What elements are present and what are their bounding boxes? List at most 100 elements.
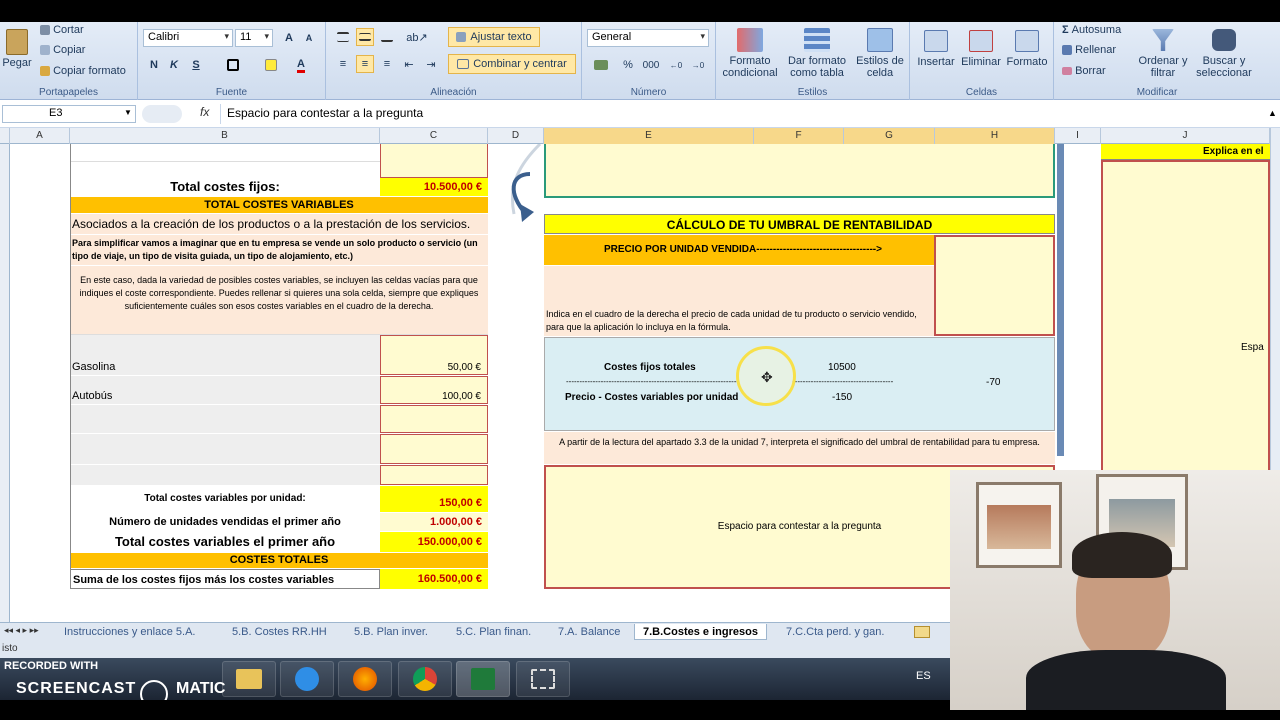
font-size-combo[interactable]: 11 xyxy=(235,29,273,47)
merge-center-button[interactable]: Combinar y centrar xyxy=(448,54,576,74)
col-header-h[interactable]: H xyxy=(935,128,1055,144)
folder-taskbar-button[interactable] xyxy=(222,661,276,697)
tab-cta-perd[interactable]: 7.C.Cta perd. y gan. xyxy=(778,624,892,640)
tab-plan-finan[interactable]: 5.C. Plan finan. xyxy=(448,624,539,640)
increase-decimal-button[interactable]: ←0 xyxy=(666,56,686,74)
variable-value-empty[interactable] xyxy=(380,465,488,485)
format-painter-button[interactable]: Copiar formato xyxy=(40,65,126,77)
fill-color-button[interactable] xyxy=(262,56,280,74)
variable-item-name[interactable]: Autobús xyxy=(70,376,380,404)
name-box-dropdown-icon[interactable]: ▼ xyxy=(124,108,132,117)
bold-button[interactable]: N xyxy=(146,56,162,74)
variable-item-name[interactable]: Gasolina xyxy=(70,335,380,375)
units-value[interactable]: 1.000,00 € xyxy=(380,513,488,531)
thousands-button[interactable]: 000 xyxy=(640,56,662,74)
grow-font-button[interactable]: A xyxy=(280,29,298,47)
percent-button[interactable]: % xyxy=(620,56,636,74)
snipping-taskbar-button[interactable] xyxy=(516,661,570,697)
conditional-format-button[interactable]: Formato condicional xyxy=(718,24,782,82)
cell-styles-button[interactable]: Estilos de celda xyxy=(852,24,908,82)
col-header-i[interactable]: I xyxy=(1055,128,1101,144)
title-bar xyxy=(0,0,1280,22)
shrink-font-button[interactable]: A xyxy=(300,29,318,47)
fx-button[interactable]: fx xyxy=(200,105,209,119)
tab-costes-rrhh[interactable]: 5.B. Costes RR.HH xyxy=(224,624,335,640)
italic-button[interactable]: K xyxy=(166,56,182,74)
wrap-text-button[interactable]: Ajustar texto xyxy=(448,27,540,47)
align-right-button[interactable]: ≡ xyxy=(378,55,396,73)
align-top-button[interactable] xyxy=(334,28,352,46)
col-header-g[interactable]: G xyxy=(844,128,935,144)
insert-label: Insertar xyxy=(917,56,955,68)
chrome-taskbar-button[interactable] xyxy=(398,661,452,697)
select-all[interactable] xyxy=(0,128,10,144)
cell-empty-c1[interactable] xyxy=(380,144,488,178)
fixed-total-value[interactable]: 10.500,00 € xyxy=(380,178,488,196)
decrease-decimal-button[interactable]: →0 xyxy=(688,56,708,74)
orientation-button[interactable]: ab↗ xyxy=(404,28,430,46)
align-bottom-button[interactable] xyxy=(378,28,396,46)
variable-item-value[interactable]: 50,00 € xyxy=(380,335,488,375)
number-format-combo[interactable]: General xyxy=(587,29,709,47)
col-header-c[interactable]: C xyxy=(380,128,488,144)
var-total-value[interactable]: 150.000,00 € xyxy=(380,532,488,552)
fill-button[interactable]: Rellenar xyxy=(1062,44,1116,56)
font-name-combo[interactable]: Calibri xyxy=(143,29,233,47)
clear-button[interactable]: Borrar xyxy=(1062,65,1106,77)
cut-button[interactable]: Cortar xyxy=(40,24,84,36)
insert-button[interactable]: Insertar xyxy=(914,24,958,74)
align-top-icon xyxy=(337,32,349,42)
variable-value-empty[interactable] xyxy=(380,405,488,433)
col-header-b[interactable]: B xyxy=(70,128,380,144)
tab-costes-ingresos[interactable]: 7.B.Costes e ingresos xyxy=(634,624,767,640)
variable-item-empty[interactable] xyxy=(70,434,380,464)
far-right-box[interactable]: Espa xyxy=(1101,160,1270,480)
tab-nav-icon[interactable]: ◂◂ ◂ ▸ ▸▸ xyxy=(4,625,39,636)
firefox-taskbar-button[interactable] xyxy=(338,661,392,697)
col-header-f[interactable]: F xyxy=(754,128,844,144)
tab-plan-inver[interactable]: 5.B. Plan inver. xyxy=(346,624,436,640)
copy-button[interactable]: Copiar xyxy=(40,44,85,56)
expand-formula-icon[interactable]: ▲ xyxy=(1268,108,1277,118)
col-header-a[interactable]: A xyxy=(10,128,70,144)
new-sheet-icon[interactable] xyxy=(914,626,930,638)
row-empty-1[interactable] xyxy=(70,144,380,162)
variable-value-empty[interactable] xyxy=(380,434,488,464)
align-center-button[interactable]: ≡ xyxy=(356,55,374,73)
borders-button[interactable] xyxy=(224,56,242,74)
format-painter-label: Copiar formato xyxy=(53,65,126,77)
delete-button[interactable]: Eliminar xyxy=(958,24,1004,74)
var-per-unit-value[interactable]: 150,00 € xyxy=(380,486,488,512)
variable-item-value[interactable]: 100,00 € xyxy=(380,376,488,404)
align-left-button[interactable]: ≡ xyxy=(334,55,352,73)
increase-indent-button[interactable]: ⇥ xyxy=(422,55,440,73)
currency-button[interactable] xyxy=(588,56,614,74)
variable-item-empty[interactable] xyxy=(70,465,380,485)
format-button[interactable]: Formato xyxy=(1004,24,1050,74)
sum-value[interactable]: 160.500,00 € xyxy=(380,569,488,589)
excel-taskbar-button[interactable] xyxy=(456,661,510,697)
align-middle-button[interactable] xyxy=(356,28,374,46)
font-color-button[interactable]: A xyxy=(292,56,310,74)
sort-filter-button[interactable]: Ordenar y filtrar xyxy=(1136,24,1190,84)
language-indicator[interactable]: ES xyxy=(916,670,931,682)
col-header-e[interactable]: E xyxy=(544,128,754,144)
col-header-d[interactable]: D xyxy=(488,128,544,144)
paste-button[interactable]: Pegar xyxy=(2,24,32,74)
autosum-button[interactable]: Σ Autosuma xyxy=(1062,24,1121,36)
underline-button[interactable]: S xyxy=(188,56,204,74)
formula-bar: E3 ▼ fx Espacio para contestar a la preg… xyxy=(0,100,1280,128)
variable-item-empty[interactable] xyxy=(70,405,380,433)
format-as-table-button[interactable]: Dar formato como tabla xyxy=(784,24,850,82)
name-box[interactable]: E3 xyxy=(2,105,136,123)
tab-instrucciones[interactable]: Instrucciones y enlace 5.A. xyxy=(56,624,203,640)
col-header-j[interactable]: J xyxy=(1101,128,1270,144)
formula-input[interactable]: Espacio para contestar a la pregunta xyxy=(220,104,1270,124)
conditional-format-icon xyxy=(737,27,763,52)
ie-taskbar-button[interactable] xyxy=(280,661,334,697)
price-input[interactable] xyxy=(934,235,1055,336)
decrease-indent-button[interactable]: ⇤ xyxy=(400,55,418,73)
find-select-button[interactable]: Buscar y seleccionar xyxy=(1190,24,1258,84)
tab-balance[interactable]: 7.A. Balance xyxy=(550,624,628,640)
selected-cell-e3[interactable] xyxy=(544,144,1055,198)
